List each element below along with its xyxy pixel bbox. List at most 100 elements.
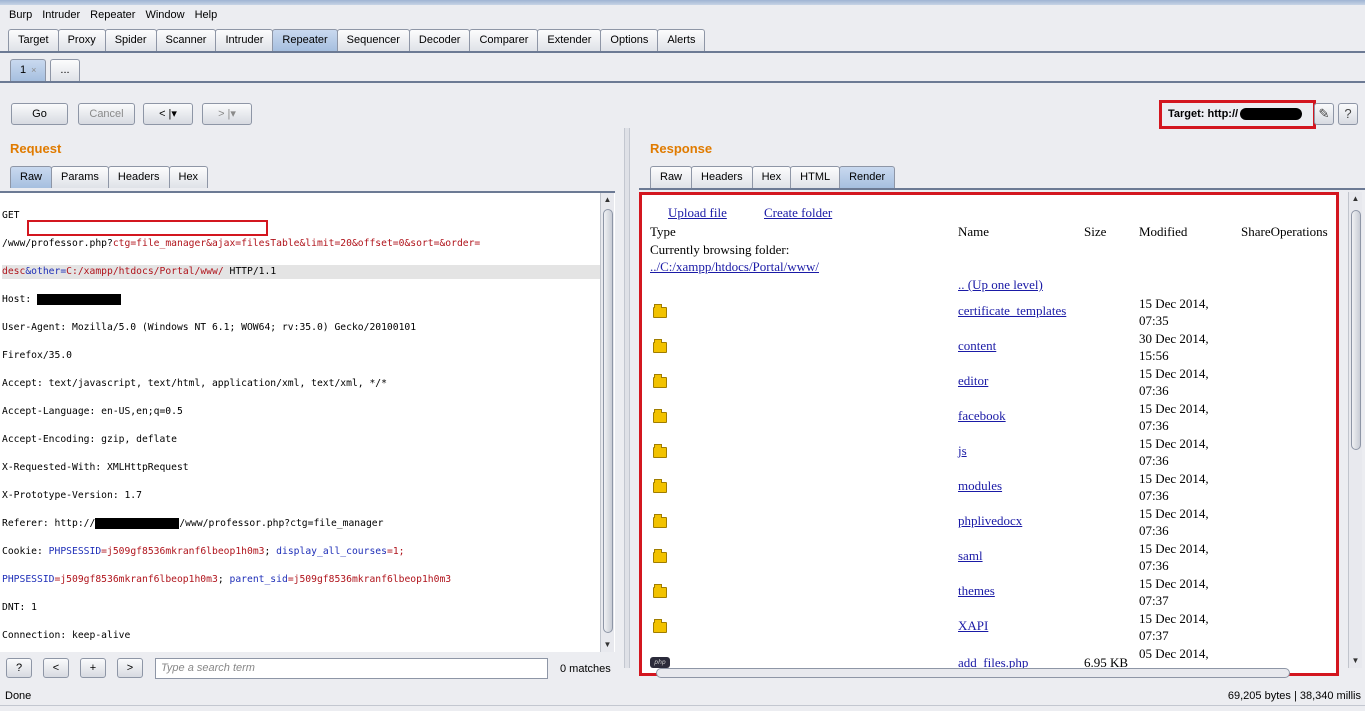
request-line: Host:	[2, 293, 600, 307]
modified-date: 15 Dec 2014,	[1139, 296, 1209, 311]
tab-extender[interactable]: Extender	[537, 29, 602, 51]
main-tabs: Target Proxy Spider Scanner Intruder Rep…	[8, 29, 706, 51]
tab-target[interactable]: Target	[8, 29, 59, 51]
folder-link[interactable]: editor	[958, 373, 988, 389]
search-add-button[interactable]: +	[80, 658, 106, 678]
response-tabs: Raw Headers Hex HTML Render	[650, 166, 896, 188]
folder-link[interactable]: facebook	[958, 408, 1006, 424]
cookie-name: display_all_courses	[276, 546, 387, 557]
request-editor[interactable]: GET /www/professor.php?ctg=file_manager&…	[0, 191, 615, 652]
request-tab-params[interactable]: Params	[51, 166, 109, 188]
create-folder-link[interactable]: Create folder	[764, 205, 832, 221]
request-line: User-Agent: Mozilla/5.0 (Windows NT 6.1;…	[2, 322, 417, 333]
response-scrollbar[interactable]: ▲ ▼	[1348, 192, 1362, 668]
request-line-highlighted: desc&other=C:/xampp/htdocs/Portal/www/ H…	[2, 265, 600, 279]
search-matches: 0 matches	[560, 663, 611, 675]
request-scrollbar[interactable]: ▲ ▼	[600, 193, 614, 652]
folder-link[interactable]: certificate_templates	[958, 303, 1066, 319]
order-value: desc	[2, 266, 26, 277]
response-tab-render[interactable]: Render	[839, 166, 896, 188]
search-help-button[interactable]: ?	[6, 658, 32, 678]
response-tab-html[interactable]: HTML	[790, 166, 841, 188]
folder-icon	[653, 409, 667, 423]
menu-help[interactable]: Help	[190, 9, 223, 21]
response-horizontal-scrollbar[interactable]	[656, 668, 1290, 678]
tab-scanner[interactable]: Scanner	[155, 29, 217, 51]
bottom-edge	[0, 705, 1365, 711]
close-icon[interactable]: ×	[31, 65, 36, 75]
scroll-thumb[interactable]	[603, 209, 613, 633]
tab-alerts[interactable]: Alerts	[657, 29, 706, 51]
status-bar: Done 69,205 bytes | 38,340 millis	[0, 687, 1365, 707]
scroll-thumb[interactable]	[1351, 210, 1361, 450]
referer-path: /www/professor.php?ctg=file_manager	[179, 518, 384, 529]
request-line: Cookie: PHPSESSID=j509gf8536mkranf6lbeop…	[2, 545, 600, 559]
menu-intruder[interactable]: Intruder	[37, 9, 85, 21]
cookie-value: =1;	[386, 546, 405, 557]
search-prev-button[interactable]: <	[43, 658, 69, 678]
folder-icon	[653, 619, 667, 633]
tab-options[interactable]: Options	[600, 29, 659, 51]
history-forward-button[interactable]: > |▾	[202, 103, 252, 125]
request-tab-headers[interactable]: Headers	[107, 166, 170, 188]
folder-link[interactable]: XAPI	[958, 618, 988, 634]
split-pane-divider[interactable]	[624, 128, 630, 668]
history-back-button[interactable]: < |▾	[143, 103, 193, 125]
cancel-button[interactable]: Cancel	[78, 103, 135, 125]
scroll-up-icon[interactable]: ▲	[601, 193, 614, 207]
up-one-level-link[interactable]: .. (Up one level)	[958, 277, 1043, 293]
folder-link[interactable]: js	[958, 443, 967, 459]
folder-icon	[653, 514, 667, 528]
folder-link[interactable]: modules	[958, 478, 1002, 494]
request-tab-raw[interactable]: Raw	[10, 166, 53, 188]
main-tab-divider	[0, 51, 1365, 53]
search-input[interactable]: Type a search term	[155, 658, 548, 679]
tab-decoder[interactable]: Decoder	[408, 29, 471, 51]
go-button[interactable]: Go	[11, 103, 68, 125]
request-title: Request	[10, 141, 62, 156]
modified-time: 07:37	[1139, 628, 1169, 643]
pencil-icon[interactable]: ✎	[1314, 103, 1334, 125]
sub-tab-divider	[0, 81, 1365, 83]
repeater-tab-1[interactable]: 1 ×	[10, 59, 47, 81]
response-tab-hex[interactable]: Hex	[751, 166, 792, 188]
cookie-name: parent_sid	[229, 574, 288, 585]
folder-link[interactable]: saml	[958, 548, 983, 564]
tab-proxy[interactable]: Proxy	[57, 29, 106, 51]
scroll-down-icon[interactable]: ▼	[1349, 654, 1362, 668]
folder-link[interactable]: themes	[958, 583, 995, 599]
current-folder-link[interactable]: ../C:/xampp/htdocs/Portal/www/	[650, 259, 819, 275]
tab-intruder[interactable]: Intruder	[215, 29, 274, 51]
tab-comparer[interactable]: Comparer	[469, 29, 539, 51]
repeater-tab-new[interactable]: ...	[50, 59, 80, 81]
column-modified: Modified	[1139, 224, 1188, 239]
modified-date: 30 Dec 2014,	[1139, 331, 1209, 346]
help-icon[interactable]: ?	[1338, 103, 1358, 125]
target-redaction	[1240, 108, 1303, 121]
tab-spider[interactable]: Spider	[104, 29, 157, 51]
tab-sequencer[interactable]: Sequencer	[336, 29, 410, 51]
modified-date: 15 Dec 2014,	[1139, 401, 1209, 416]
target-host[interactable]: Target: http://	[1159, 100, 1316, 129]
folder-link[interactable]: phplivedocx	[958, 513, 1022, 529]
request-line: Accept-Encoding: gzip, deflate	[2, 434, 177, 445]
target-label: Target: http://	[1168, 108, 1239, 120]
response-render-view: Upload file Create folder Type Name Size…	[639, 192, 1339, 676]
request-tab-hex[interactable]: Hex	[168, 166, 209, 188]
menu-burp[interactable]: Burp	[4, 9, 37, 21]
host-redaction	[37, 293, 121, 305]
tab-repeater[interactable]: Repeater	[272, 29, 338, 51]
request-tabs: Raw Params Headers Hex	[10, 166, 209, 188]
search-next-button[interactable]: >	[117, 658, 143, 678]
menu-window[interactable]: Window	[140, 9, 189, 21]
scroll-up-icon[interactable]: ▲	[1349, 192, 1362, 206]
menu-repeater[interactable]: Repeater	[85, 9, 140, 21]
folder-link[interactable]: content	[958, 338, 996, 354]
request-line: Firefox/35.0	[2, 350, 72, 361]
response-tab-raw[interactable]: Raw	[650, 166, 693, 188]
request-line: /www/professor.php?ctg=file_manager&ajax…	[2, 237, 600, 251]
upload-file-link[interactable]: Upload file	[668, 205, 727, 221]
scroll-down-icon[interactable]: ▼	[601, 638, 614, 652]
response-tab-headers[interactable]: Headers	[691, 166, 753, 188]
cookie-label: Cookie:	[2, 546, 49, 557]
